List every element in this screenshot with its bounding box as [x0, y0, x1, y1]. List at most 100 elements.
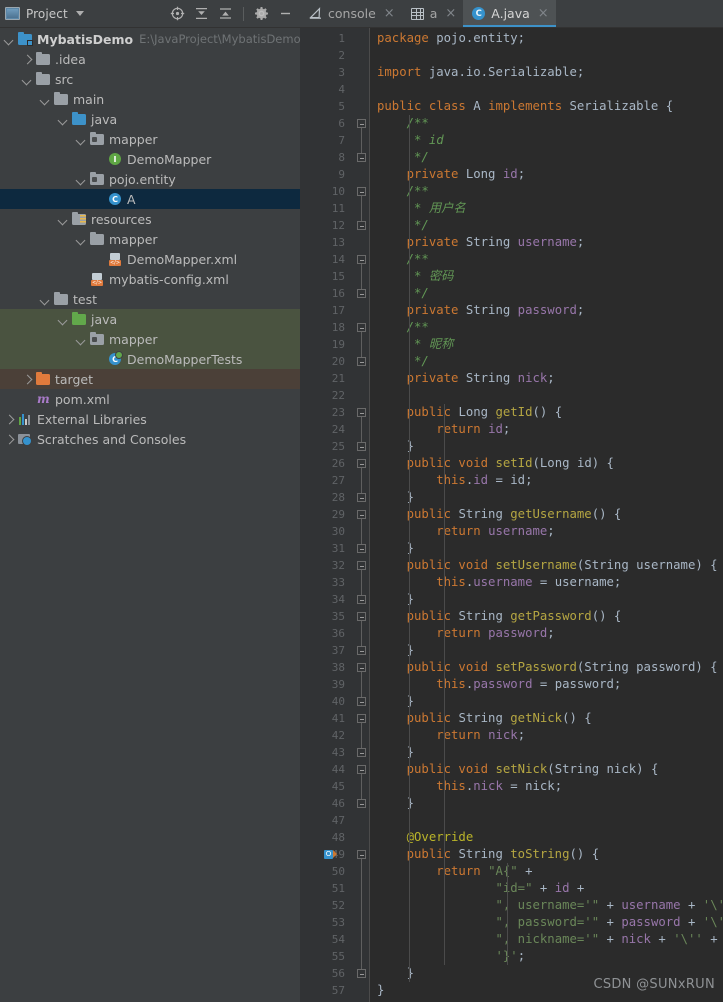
chevron-right-icon[interactable]: [4, 434, 15, 445]
close-icon[interactable]: ×: [445, 7, 456, 20]
code-line[interactable]: }: [377, 982, 384, 999]
tree-node-main[interactable]: main: [0, 89, 300, 109]
fold-toggle-icon[interactable]: [357, 714, 366, 723]
fold-toggle-icon[interactable]: [357, 119, 366, 128]
code-line[interactable]: /**: [377, 183, 429, 200]
chevron-right-icon[interactable]: [22, 54, 33, 65]
fold-toggle-icon[interactable]: [357, 408, 366, 417]
code-line[interactable]: private String nick;: [377, 370, 555, 387]
tree-node-mapper[interactable]: mapper: [0, 129, 300, 149]
chevron-down-icon[interactable]: [40, 294, 51, 305]
code-line[interactable]: import java.io.Serializable;: [377, 64, 584, 81]
code-line[interactable]: * 昵称: [377, 336, 453, 353]
code-line[interactable]: */: [377, 353, 429, 370]
close-icon[interactable]: ×: [384, 7, 395, 20]
chevron-down-icon[interactable]: [22, 74, 33, 85]
code-editor[interactable]: 1 2 3 4 5 6 7 8 9 10 11 12 13 14 15 16 17 18 19 20 21 22 23 24 2…: [300, 28, 723, 1002]
fold-toggle-icon[interactable]: [357, 765, 366, 774]
code-line[interactable]: */: [377, 149, 429, 166]
tree-node--idea[interactable]: .idea: [0, 49, 300, 69]
fold-toggle-icon[interactable]: [357, 697, 366, 706]
fold-toggle-icon[interactable]: [357, 493, 366, 502]
tree-node-resources[interactable]: resources: [0, 209, 300, 229]
code-line[interactable]: '}';: [377, 948, 525, 965]
code-line[interactable]: /**: [377, 115, 429, 132]
tree-node-src[interactable]: src: [0, 69, 300, 89]
chevron-right-icon[interactable]: [4, 414, 15, 425]
project-panel-header[interactable]: Project: [5, 7, 84, 21]
tree-node-pom-xml[interactable]: m pom.xml: [0, 389, 300, 409]
fold-toggle-icon[interactable]: [357, 561, 366, 570]
code-content[interactable]: package pojo.entity; import java.io.Seria…: [370, 28, 723, 1002]
chevron-down-icon[interactable]: [75, 11, 84, 16]
code-line[interactable]: */: [377, 217, 429, 234]
fold-toggle-icon[interactable]: [357, 612, 366, 621]
fold-toggle-icon[interactable]: [357, 799, 366, 808]
code-line[interactable]: return username;: [377, 523, 554, 540]
code-line[interactable]: ", username='" + username + '\'' +: [377, 897, 723, 914]
override-marker-icon[interactable]: O: [324, 850, 337, 859]
editor-tab-console[interactable]: console ×: [300, 0, 402, 27]
code-line[interactable]: ", password='" + password + '\'' +: [377, 914, 723, 931]
tree-node-mapper[interactable]: mapper: [0, 329, 300, 349]
editor-tab-a-java[interactable]: C A.java ×: [463, 0, 557, 27]
chevron-down-icon[interactable]: [4, 34, 15, 45]
settings-gear-icon[interactable]: [253, 5, 270, 22]
fold-toggle-icon[interactable]: [357, 646, 366, 655]
editor-tab-a[interactable]: a ×: [402, 0, 464, 27]
collapse-all-icon[interactable]: [217, 5, 234, 22]
code-line[interactable]: * id: [377, 132, 444, 149]
select-opened-file-icon[interactable]: [169, 5, 186, 22]
fold-toggle-icon[interactable]: [357, 663, 366, 672]
tree-node-target[interactable]: target: [0, 369, 300, 389]
chevron-down-icon[interactable]: [40, 94, 51, 105]
chevron-down-icon[interactable]: [76, 234, 87, 245]
fold-toggle-icon[interactable]: [357, 850, 366, 859]
close-icon[interactable]: ×: [538, 7, 549, 20]
tree-node-java[interactable]: java: [0, 309, 300, 329]
code-line[interactable]: * 密码: [377, 268, 453, 285]
tree-node-external-libraries[interactable]: External Libraries: [0, 409, 300, 429]
code-line[interactable]: public Long getId() {: [377, 404, 563, 421]
fold-toggle-icon[interactable]: [357, 255, 366, 264]
tree-node-pojo-entity[interactable]: pojo.entity: [0, 169, 300, 189]
fold-toggle-icon[interactable]: [357, 969, 366, 978]
code-line[interactable]: * 用户名: [377, 200, 466, 217]
code-line[interactable]: public String getUsername() {: [377, 506, 622, 523]
fold-toggle-icon[interactable]: [357, 153, 366, 162]
code-line[interactable]: public void setUsername(String username)…: [377, 557, 718, 574]
chevron-down-icon[interactable]: [58, 214, 69, 225]
tree-node-demomapper[interactable]: I DemoMapper: [0, 149, 300, 169]
chevron-right-icon[interactable]: [22, 374, 33, 385]
tree-node-mybatisdemo[interactable]: MybatisDemo E:\JavaProject\MybatisDemo: [0, 29, 300, 49]
tree-node-a[interactable]: CA: [0, 189, 300, 209]
fold-toggle-icon[interactable]: [357, 289, 366, 298]
code-line[interactable]: this.password = password;: [377, 676, 621, 693]
tree-node-mapper[interactable]: mapper: [0, 229, 300, 249]
code-line[interactable]: ", nickname='" + nick + '\'' +: [377, 931, 717, 948]
project-tree[interactable]: MybatisDemo E:\JavaProject\MybatisDemo .id…: [0, 28, 300, 1002]
fold-toggle-icon[interactable]: [357, 221, 366, 230]
fold-toggle-icon[interactable]: [357, 544, 366, 553]
code-line[interactable]: return password;: [377, 625, 554, 642]
chevron-down-icon[interactable]: [76, 334, 87, 345]
tree-node-java[interactable]: java: [0, 109, 300, 129]
fold-toggle-icon[interactable]: [357, 510, 366, 519]
code-line[interactable]: public String toString() {: [377, 846, 600, 863]
fold-toggle-icon[interactable]: [357, 595, 366, 604]
fold-toggle-icon[interactable]: [357, 323, 366, 332]
code-folding-gutter[interactable]: [352, 28, 370, 1002]
chevron-down-icon[interactable]: [76, 174, 87, 185]
fold-toggle-icon[interactable]: [357, 748, 366, 757]
code-line[interactable]: public void setPassword(String password)…: [377, 659, 718, 676]
tree-node-demomappertests[interactable]: C DemoMapperTests: [0, 349, 300, 369]
tree-node-scratches-and-consoles[interactable]: Scratches and Consoles: [0, 429, 300, 449]
code-line[interactable]: public void setId(Long id) {: [377, 455, 614, 472]
fold-toggle-icon[interactable]: [357, 442, 366, 451]
code-line[interactable]: /**: [377, 251, 429, 268]
code-line[interactable]: */: [377, 285, 429, 302]
hide-panel-icon[interactable]: [277, 5, 294, 22]
code-line[interactable]: /**: [377, 319, 429, 336]
code-line[interactable]: this.id = id;: [377, 472, 532, 489]
code-line[interactable]: @Override: [377, 829, 474, 846]
